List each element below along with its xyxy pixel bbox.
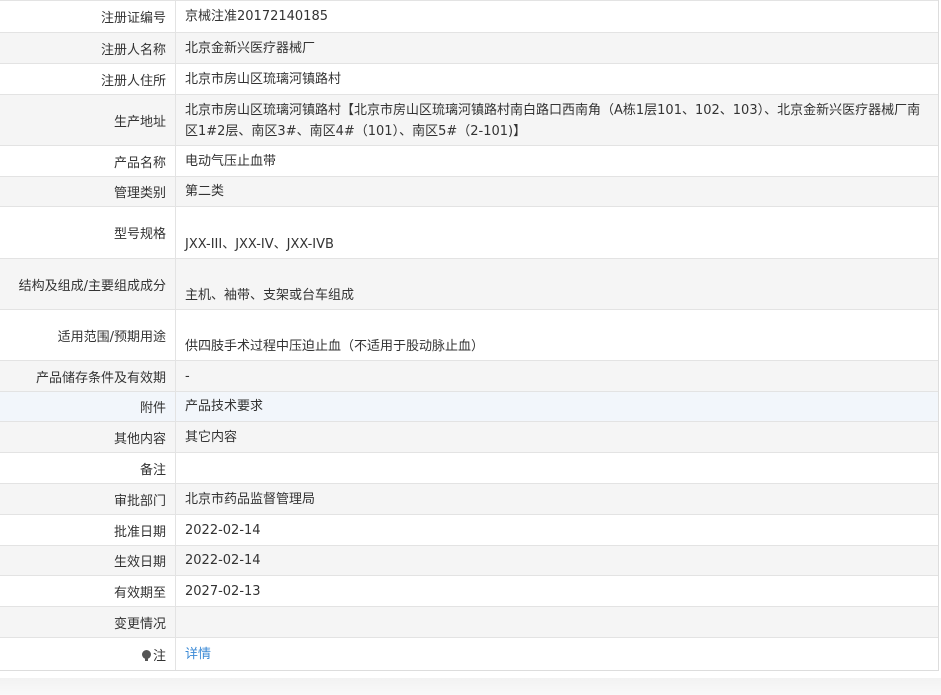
- row-structure-composition: 结构及组成/主要组成成分 主机、袖带、支架或台车组成: [0, 258, 938, 309]
- row-other-content: 其他内容 其它内容: [0, 421, 938, 452]
- label-change-status: 变更情况: [0, 607, 176, 637]
- label-note: 注: [0, 638, 176, 670]
- row-management-category: 管理类别 第二类: [0, 176, 938, 206]
- value-intended-use: 供四肢手术过程中压迫止血（不适用于股动脉止血）: [185, 339, 485, 354]
- row-approval-department: 审批部门 北京市药品监督管理局: [0, 483, 938, 514]
- value-attachment: 产品技术要求: [185, 399, 264, 414]
- row-registration-number: 注册证编号 京械注准20172140185: [0, 0, 938, 32]
- label-other-content: 其他内容: [0, 422, 176, 452]
- row-attachment: 附件 产品技术要求: [0, 391, 938, 421]
- details-link[interactable]: 详情: [185, 644, 211, 665]
- label-approval-department: 审批部门: [0, 484, 176, 514]
- value-registrant-name: 北京金新兴医疗器械厂: [185, 40, 316, 56]
- value-remarks: [176, 453, 938, 483]
- note-label-text: 注: [152, 648, 166, 664]
- value-registration-number: 京械注准20172140185: [185, 9, 328, 24]
- value-other-content: 其它内容: [185, 429, 238, 445]
- value-registrant-address: 北京市房山区琉璃河镇路村: [185, 71, 342, 87]
- row-remarks: 备注: [0, 452, 938, 483]
- value-production-address: 北京市房山区琉璃河镇路村【北京市房山区琉璃河镇路村南白路口西南角（A栋1层101…: [185, 103, 921, 139]
- row-change-status: 变更情况: [0, 606, 938, 637]
- value-approval-date: 2022-02-14: [185, 522, 261, 538]
- value-structure-composition: 主机、袖带、支架或台车组成: [185, 288, 355, 303]
- label-production-address: 生产地址: [0, 95, 176, 145]
- value-approval-department: 北京市药品监督管理局: [185, 491, 316, 507]
- row-valid-until: 有效期至 2027-02-13: [0, 575, 938, 606]
- label-storage-conditions: 产品储存条件及有效期: [0, 361, 176, 391]
- value-management-category: 第二类: [185, 184, 225, 199]
- pin-icon: [141, 649, 151, 661]
- page-bottom-shadow: [0, 678, 941, 695]
- label-product-name: 产品名称: [0, 146, 176, 176]
- row-registrant-name: 注册人名称 北京金新兴医疗器械厂: [0, 32, 938, 63]
- row-product-name: 产品名称 电动气压止血带: [0, 145, 938, 176]
- label-structure-composition: 结构及组成/主要组成成分: [0, 259, 176, 309]
- label-registration-number: 注册证编号: [0, 1, 176, 32]
- value-note: 详情: [176, 638, 938, 670]
- label-effective-date: 生效日期: [0, 546, 176, 575]
- row-storage-conditions: 产品储存条件及有效期 -: [0, 360, 938, 391]
- row-registrant-address: 注册人住所 北京市房山区琉璃河镇路村: [0, 63, 938, 94]
- row-approval-date: 批准日期 2022-02-14: [0, 514, 938, 545]
- value-effective-date: 2022-02-14: [185, 553, 261, 568]
- row-model-spec: 型号规格 JXX-III、JXX-IV、JXX-IVB: [0, 206, 938, 258]
- row-intended-use: 适用范围/预期用途 供四肢手术过程中压迫止血（不适用于股动脉止血）: [0, 309, 938, 360]
- label-valid-until: 有效期至: [0, 576, 176, 606]
- label-registrant-address: 注册人住所: [0, 64, 176, 94]
- value-model-spec: JXX-III、JXX-IV、JXX-IVB: [185, 237, 334, 252]
- label-attachment: 附件: [0, 392, 176, 421]
- row-effective-date: 生效日期 2022-02-14: [0, 545, 938, 575]
- value-storage-conditions: -: [185, 368, 190, 384]
- row-production-address: 生产地址 北京市房山区琉璃河镇路村【北京市房山区琉璃河镇路村南白路口西南角（A栋…: [0, 94, 938, 145]
- value-change-status: [176, 607, 938, 637]
- row-note: 注 详情: [0, 637, 938, 670]
- label-remarks: 备注: [0, 453, 176, 483]
- label-registrant-name: 注册人名称: [0, 33, 176, 63]
- label-intended-use: 适用范围/预期用途: [0, 310, 176, 360]
- value-valid-until: 2027-02-13: [185, 583, 261, 599]
- registration-detail-table: 注册证编号 京械注准20172140185 注册人名称 北京金新兴医疗器械厂 注…: [0, 0, 939, 671]
- value-product-name: 电动气压止血带: [185, 153, 277, 169]
- label-management-category: 管理类别: [0, 177, 176, 206]
- label-model-spec: 型号规格: [0, 207, 176, 258]
- label-approval-date: 批准日期: [0, 515, 176, 545]
